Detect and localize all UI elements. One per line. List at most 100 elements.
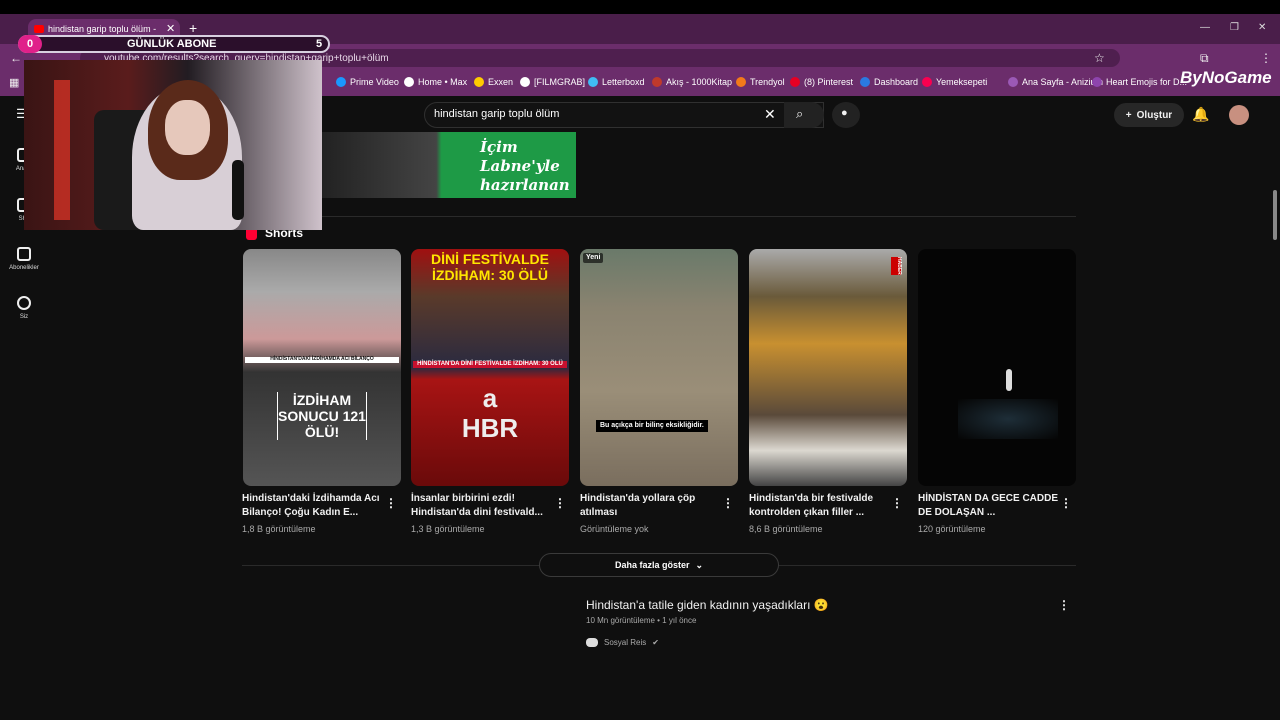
bookmark-item[interactable]: Prime Video: [336, 77, 399, 87]
short-thumbnail[interactable]: Yeni Bu açıkça bir bilinç eksikliğidir.: [580, 249, 738, 486]
bookmark-icon: [1092, 77, 1102, 87]
sidebar-label: Siz: [19, 314, 29, 320]
short-thumbnail[interactable]: HABER: [749, 249, 907, 486]
subscriptions-icon: [17, 247, 31, 261]
sidebar-item-you[interactable]: Siz: [0, 296, 48, 320]
news-tag: HABER: [891, 257, 902, 275]
bookmark-item[interactable]: Dashboard: [860, 77, 918, 87]
led-light: [54, 80, 70, 220]
sidebar-label: Abonelikler: [9, 265, 39, 271]
short-title[interactable]: İnsanlar birbirini ezdi! Hindistan'da di…: [411, 492, 551, 520]
short-thumbnail[interactable]: DİNİ FESTİVALDE İZDİHAM: 30 ÖLÜ HİNDİSTA…: [411, 249, 569, 486]
bookmark-item[interactable]: (8) Pinterest: [790, 77, 853, 87]
subscriber-goal-label: GÜNLÜK ABONE: [127, 38, 217, 50]
mic-icon: ●: [841, 107, 848, 119]
scrollbar-thumb[interactable]: [1273, 190, 1277, 240]
bookmark-icon: [474, 77, 484, 87]
close-tab-icon[interactable]: ✕: [166, 22, 175, 35]
short-thumbnail[interactable]: [918, 249, 1076, 486]
short-overlay-text: DİNİ FESTİVALDE İZDİHAM: 30 ÖLÜ: [431, 251, 549, 284]
video-meta: 10 Mn görüntüleme • 1 yıl önce: [586, 616, 697, 625]
bookmark-label: [FILMGRAB]: [534, 77, 586, 87]
show-more-button[interactable]: Daha fazla göster ⌄: [539, 553, 779, 577]
new-tab-icon[interactable]: +: [189, 20, 197, 36]
bookmark-item[interactable]: Home • Max: [404, 77, 467, 87]
close-window-icon[interactable]: ✕: [1258, 22, 1266, 33]
more-options-icon[interactable]: ⋮: [1058, 598, 1070, 612]
bookmark-item[interactable]: Yemeksepeti: [922, 77, 987, 87]
bookmark-label: Trendyol: [750, 77, 785, 87]
short-caption: Bu açıkça bir bilinç eksikliğidir.: [596, 420, 708, 433]
search-icon: ⌕: [796, 106, 804, 121]
new-badge: Yeni: [583, 253, 604, 264]
notifications-icon[interactable]: 🔔: [1192, 106, 1209, 123]
minimize-icon[interactable]: —: [1200, 22, 1210, 33]
more-options-icon[interactable]: ⋮: [722, 496, 734, 510]
channel-name: Sosyal Reis: [604, 638, 647, 647]
subscriber-count-left: 0: [18, 35, 42, 53]
bookmark-icon: [736, 77, 746, 87]
channel-row[interactable]: Sosyal Reis ✔: [586, 638, 659, 647]
tab-title: hindistan garip toplu ölüm - Yo: [48, 24, 158, 34]
sidebar-item-subscriptions[interactable]: Abonelikler: [0, 247, 48, 271]
voice-search-button[interactable]: ●: [832, 102, 860, 128]
maximize-icon[interactable]: ❐: [1230, 22, 1239, 33]
youtube-favicon-icon: [34, 25, 44, 33]
bookmark-icon: [1008, 77, 1018, 87]
bookmark-icon: [588, 77, 598, 87]
bookmark-item[interactable]: Heart Emojis for D...: [1092, 77, 1187, 87]
bookmark-label: (8) Pinterest: [804, 77, 854, 87]
bookmark-icon: [336, 77, 346, 87]
streamer-face: [165, 100, 210, 155]
short-title[interactable]: Hindistan'da bir festivalde kontrolden ç…: [749, 492, 889, 520]
bookmark-item[interactable]: [FILMGRAB]: [520, 77, 585, 87]
clear-search-icon[interactable]: ✕: [764, 106, 776, 123]
bookmark-item[interactable]: Ana Sayfa - Anizium: [1008, 77, 1103, 87]
bookmark-label: Akış - 1000Kitap: [666, 77, 733, 87]
short-caption: HİNDİSTAN'DAKİ İZDİHAMDA ACI BİLANÇO: [245, 356, 399, 363]
search-button[interactable]: ⌕: [784, 102, 824, 128]
more-options-icon[interactable]: ⋮: [385, 496, 397, 510]
more-options-icon[interactable]: ⋮: [891, 496, 903, 510]
short-title[interactable]: Hindistan'da yollara çöp atılması: [580, 492, 720, 520]
more-options-icon[interactable]: ⋮: [554, 496, 566, 510]
plus-icon: +: [1125, 109, 1132, 121]
verified-icon: ✔: [652, 638, 659, 647]
bookmark-label: Yemeksepeti: [936, 77, 988, 87]
menu-icon[interactable]: ⋮: [1260, 51, 1272, 65]
short-thumbnail[interactable]: HİNDİSTAN'DAKİ İZDİHAMDA ACI BİLANÇO İZD…: [243, 249, 401, 486]
bookmark-item[interactable]: Trendyol: [736, 77, 785, 87]
short-views: 1,3 B görüntüleme: [411, 524, 485, 534]
bookmark-item[interactable]: Letterboxd: [588, 77, 645, 87]
bookmark-icon: [520, 77, 530, 87]
video-title[interactable]: Hindistan'a tatile giden kadının yaşadık…: [586, 598, 829, 612]
ad-line: Labne'yle: [480, 157, 560, 175]
bookmark-item[interactable]: Akış - 1000Kitap: [652, 77, 732, 87]
create-button[interactable]: + Oluştur: [1114, 103, 1184, 127]
short-title[interactable]: HİNDİSTAN DA GECE CADDE DE DOLAŞAN ...: [918, 492, 1058, 520]
figure-silhouette: [1006, 369, 1012, 391]
ad-text: İçim Labne'yle hazırlanan: [480, 138, 570, 195]
extensions-icon[interactable]: ⧉: [1200, 51, 1209, 66]
bookmark-item[interactable]: Exxen: [474, 77, 513, 87]
bookmark-star-icon[interactable]: ☆: [1094, 51, 1105, 65]
bookmark-label: Dashboard: [874, 77, 919, 87]
short-views: 120 görüntüleme: [918, 524, 986, 534]
bookmark-label: Exxen: [488, 77, 514, 87]
bookmark-icon: [652, 77, 662, 87]
ad-line: İçim: [480, 138, 518, 156]
subscriber-count-right: 5: [316, 38, 323, 50]
screen-top-bar: [0, 0, 1280, 14]
bookmark-label: Ana Sayfa - Anizium: [1022, 77, 1104, 87]
channel-avatar: [586, 638, 598, 647]
avatar[interactable]: [1229, 105, 1249, 125]
apps-icon[interactable]: ▦: [9, 76, 19, 89]
short-overlay-text: İZDİHAM SONUCU 121 ÖLÜ!: [277, 392, 367, 441]
bookmark-icon: [790, 77, 800, 87]
more-options-icon[interactable]: ⋮: [1060, 496, 1072, 510]
short-views: 1,8 B görüntüleme: [242, 524, 316, 534]
back-icon[interactable]: ←: [10, 51, 22, 65]
divider: [242, 216, 1076, 217]
bookmark-label: Letterboxd: [602, 77, 645, 87]
short-title[interactable]: Hindistan'daki İzdihamda Acı Bilanço! Ço…: [242, 492, 382, 520]
